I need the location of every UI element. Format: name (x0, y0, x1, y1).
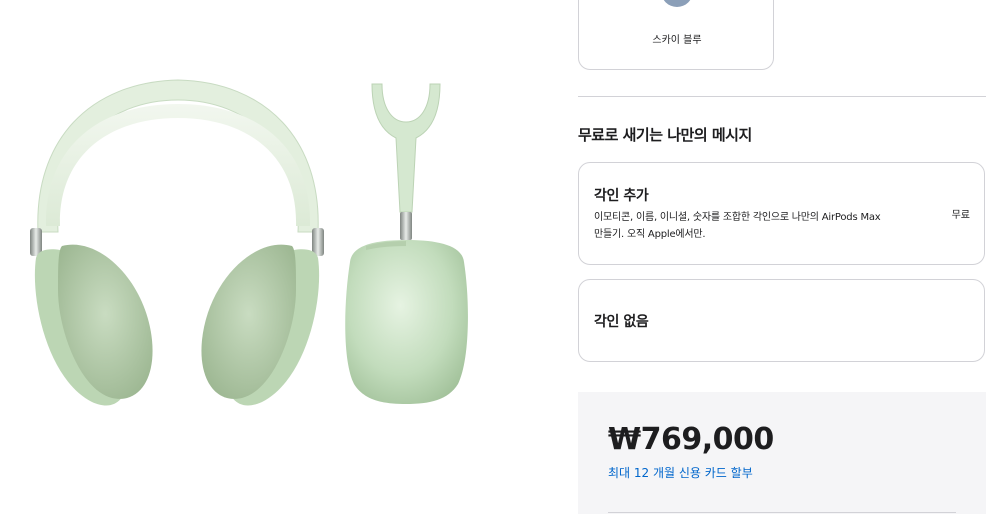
section-divider (578, 96, 986, 97)
color-option-label: 스카이 블루 (652, 35, 702, 46)
product-price: ₩769,000 (608, 422, 774, 457)
engraving-option-add-title: 각인 추가 (594, 188, 649, 204)
engraving-option-none[interactable]: 각인 없음 (578, 279, 985, 362)
engraving-option-add-description: 이모티콘, 이름, 이니셜, 숫자를 조합한 각인으로 나만의 AirPods … (594, 212, 881, 240)
color-swatch (661, 0, 693, 7)
product-page: 스카이 블루 무료로 새기는 나만의 메시지 각인 추가 이모티콘, 이름, 이… (0, 0, 1004, 514)
price-divider (608, 512, 956, 513)
airpods-max-image (30, 79, 468, 406)
engraving-option-add[interactable]: 각인 추가 이모티콘, 이름, 이니셜, 숫자를 조합한 각인으로 나만의 Ai… (578, 162, 985, 265)
color-option-sky-blue[interactable]: 스카이 블루 (578, 0, 774, 70)
engraving-option-add-price: 무료 (951, 210, 970, 221)
price-summary-panel: ₩769,000 최대 12 개월 신용 카드 할부 (578, 392, 986, 514)
engraving-option-none-title: 각인 없음 (594, 314, 649, 330)
installment-link[interactable]: 최대 12 개월 신용 카드 할부 (608, 464, 753, 481)
engraving-section-heading: 무료로 새기는 나만의 메시지 (578, 126, 752, 144)
